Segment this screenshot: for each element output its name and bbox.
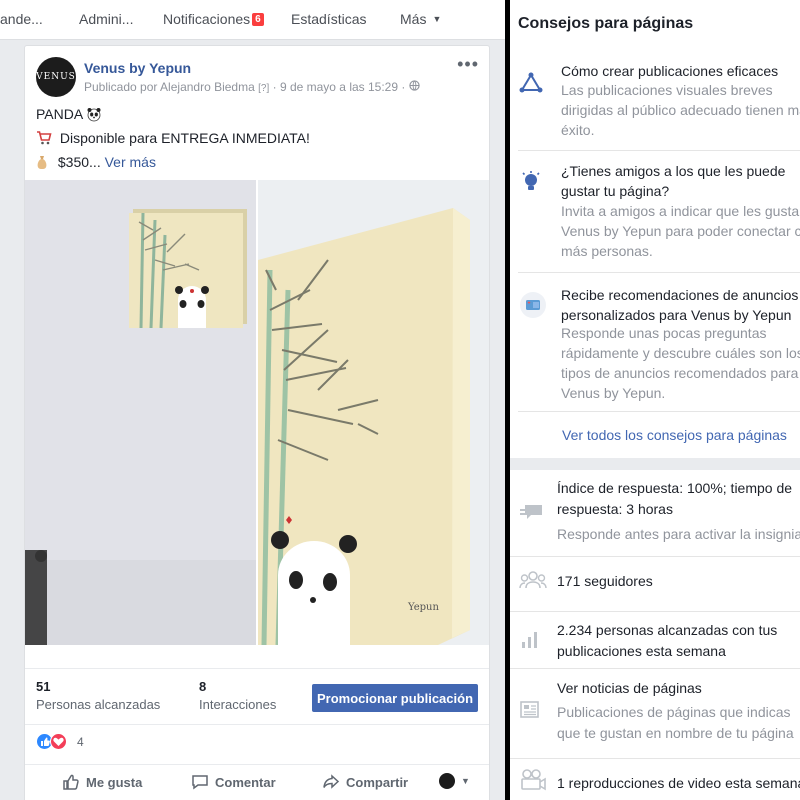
- message-bubble-icon: [519, 502, 545, 527]
- divider: [510, 668, 800, 669]
- chevron-down-icon: ▼: [432, 14, 442, 24]
- post-photo-1[interactable]: [25, 180, 256, 645]
- painting-closeup-photo: Yepun: [258, 180, 489, 645]
- tips-header: Consejos para páginas: [518, 15, 694, 32]
- chevron-down-icon: ▼: [461, 776, 470, 786]
- more-options-icon[interactable]: •••: [457, 54, 479, 75]
- post-stats: 51 Personas alcanzadas 8 Interacciones P…: [25, 668, 489, 724]
- post-as-selector[interactable]: ▼: [439, 773, 470, 789]
- divider: [518, 150, 800, 151]
- money-bag-emoji-icon: [36, 154, 58, 170]
- post-meta: Publicado por Alejandro Biedma [?] · 9 d…: [84, 80, 420, 94]
- tip-title-3[interactable]: Recibe recomendaciones de anuncios perso…: [561, 285, 800, 325]
- tab-page[interactable]: ande...: [0, 11, 43, 27]
- post-panel: ande... Admini... Notificaciones 6 Estadí…: [0, 0, 505, 800]
- see-all-tips-link[interactable]: Ver todos los consejos para páginas: [562, 427, 787, 443]
- post-photo-2[interactable]: Yepun: [258, 180, 489, 645]
- page-name-link[interactable]: Venus by Yepun: [84, 60, 191, 76]
- weekly-reach-text[interactable]: 2.234 personas alcanzadas con tus public…: [557, 620, 800, 662]
- avatar[interactable]: VENUS: [36, 57, 76, 97]
- cart-emoji-icon: [36, 130, 60, 146]
- divider: [510, 758, 800, 759]
- reaction-count: 4: [77, 735, 84, 749]
- post-text-line1: PANDA: [36, 106, 102, 122]
- response-rate-hint[interactable]: Responde antes para activar la insignia: [557, 524, 800, 545]
- divider: [518, 411, 800, 412]
- interactions-label: Interacciones: [199, 697, 277, 712]
- divider: [510, 611, 800, 612]
- share-icon: [323, 774, 340, 789]
- post-card: VENUS Venus by Yepun Publicado por Aleja…: [24, 45, 490, 800]
- meta-separator: ·: [272, 80, 280, 94]
- painting-signature: Yepun: [407, 602, 439, 613]
- bar-chart-icon: [519, 628, 541, 655]
- tip-desc-2: Invita a amigos a indicar que les gusta …: [561, 203, 800, 259]
- page-tabs-bar: ande... Admini... Notificaciones 6 Estadí…: [0, 0, 505, 40]
- tab-insights[interactable]: Estadísticas: [291, 11, 366, 27]
- news-feed-icon: [519, 700, 541, 725]
- post-actions: Me gusta Comentar Compartir ▼: [25, 764, 489, 800]
- ad-recommendations-icon: [519, 291, 547, 324]
- meta-separator: ·: [401, 80, 409, 94]
- page-news-link[interactable]: Ver noticias de páginas: [557, 678, 800, 699]
- share-button[interactable]: Compartir: [322, 773, 408, 791]
- tab-notifications[interactable]: Notificaciones 6: [163, 11, 264, 27]
- promote-post-button[interactable]: Promocionar publicación: [312, 684, 478, 712]
- like-label: Me gusta: [86, 775, 143, 790]
- people-icon: [519, 570, 547, 595]
- published-by[interactable]: Publicado por Alejandro Biedma: [84, 80, 255, 94]
- see-more-link[interactable]: Ver más: [105, 154, 156, 170]
- price-text: $350...: [57, 154, 101, 170]
- divider: [518, 272, 800, 273]
- help-mark[interactable]: [?]: [258, 83, 269, 94]
- tip-title-1[interactable]: Cómo crear publicaciones eficaces: [561, 61, 800, 81]
- tip-desc-3: Responde unas pocas preguntas rápidament…: [561, 325, 800, 401]
- reach-count: 51: [36, 679, 51, 694]
- painting-wall-photo: [25, 180, 256, 645]
- like-button[interactable]: Me gusta: [62, 773, 142, 791]
- thumbs-up-icon: [63, 774, 79, 790]
- tab-insights-label: Estadísticas: [291, 11, 367, 27]
- tab-page-label: ande...: [0, 11, 43, 27]
- post-text-line2: Disponible para ENTREGA INMEDIATA!: [36, 130, 310, 146]
- reactions-summary[interactable]: 4: [25, 724, 489, 758]
- response-rate-text: Índice de respuesta: 100%; tiempo de res…: [557, 480, 793, 517]
- tab-notifications-label: Notificaciones: [163, 11, 251, 27]
- page-avatar-mini: [439, 773, 455, 789]
- page-news-desc: Publicaciones de páginas que indicas que…: [557, 704, 794, 741]
- video-camera-icon: [519, 768, 547, 797]
- notifications-badge: 6: [252, 13, 264, 26]
- triangle-network-icon: [519, 72, 543, 99]
- panda-emoji-icon: [86, 106, 102, 122]
- avatar-logo-text: VENUS: [36, 72, 76, 82]
- share-label: Compartir: [346, 775, 409, 790]
- page-stats-card: Índice de respuesta: 100%; tiempo de res…: [510, 470, 800, 800]
- sidebar-panel: Consejos para páginas Cómo crear publica…: [510, 0, 800, 800]
- tip-desc-1: Las publicaciones visuales breves dirigi…: [561, 82, 800, 138]
- page-tips-card: Consejos para páginas Cómo crear publica…: [510, 0, 800, 458]
- comment-button[interactable]: Comentar: [191, 773, 276, 791]
- globe-icon: [409, 80, 420, 94]
- post-title-text: PANDA: [36, 106, 83, 122]
- tab-more[interactable]: Más ▼: [400, 11, 441, 27]
- reach-label: Personas alcanzadas: [36, 697, 161, 712]
- post-text-line3: $350... Ver más: [36, 154, 156, 170]
- love-reaction-icon: [50, 733, 67, 750]
- lightbulb-icon: [519, 170, 543, 199]
- tab-admin-label: Admini...: [79, 11, 134, 27]
- post-date[interactable]: 9 de mayo a las 15:29: [280, 80, 398, 94]
- tip-title-2[interactable]: ¿Tienes amigos a los que les puede gusta…: [561, 161, 800, 201]
- tab-admin[interactable]: Admini...: [79, 11, 133, 27]
- followers-count[interactable]: 171 seguidores: [557, 571, 800, 592]
- comment-icon: [192, 775, 208, 790]
- comment-label: Comentar: [215, 775, 276, 790]
- interactions-count: 8: [199, 679, 207, 694]
- tab-more-label: Más: [400, 11, 427, 27]
- availability-text: Disponible para ENTREGA INMEDIATA!: [59, 130, 310, 146]
- divider: [510, 556, 800, 557]
- video-views-text[interactable]: 1 reproducciones de video esta semana: [557, 773, 800, 794]
